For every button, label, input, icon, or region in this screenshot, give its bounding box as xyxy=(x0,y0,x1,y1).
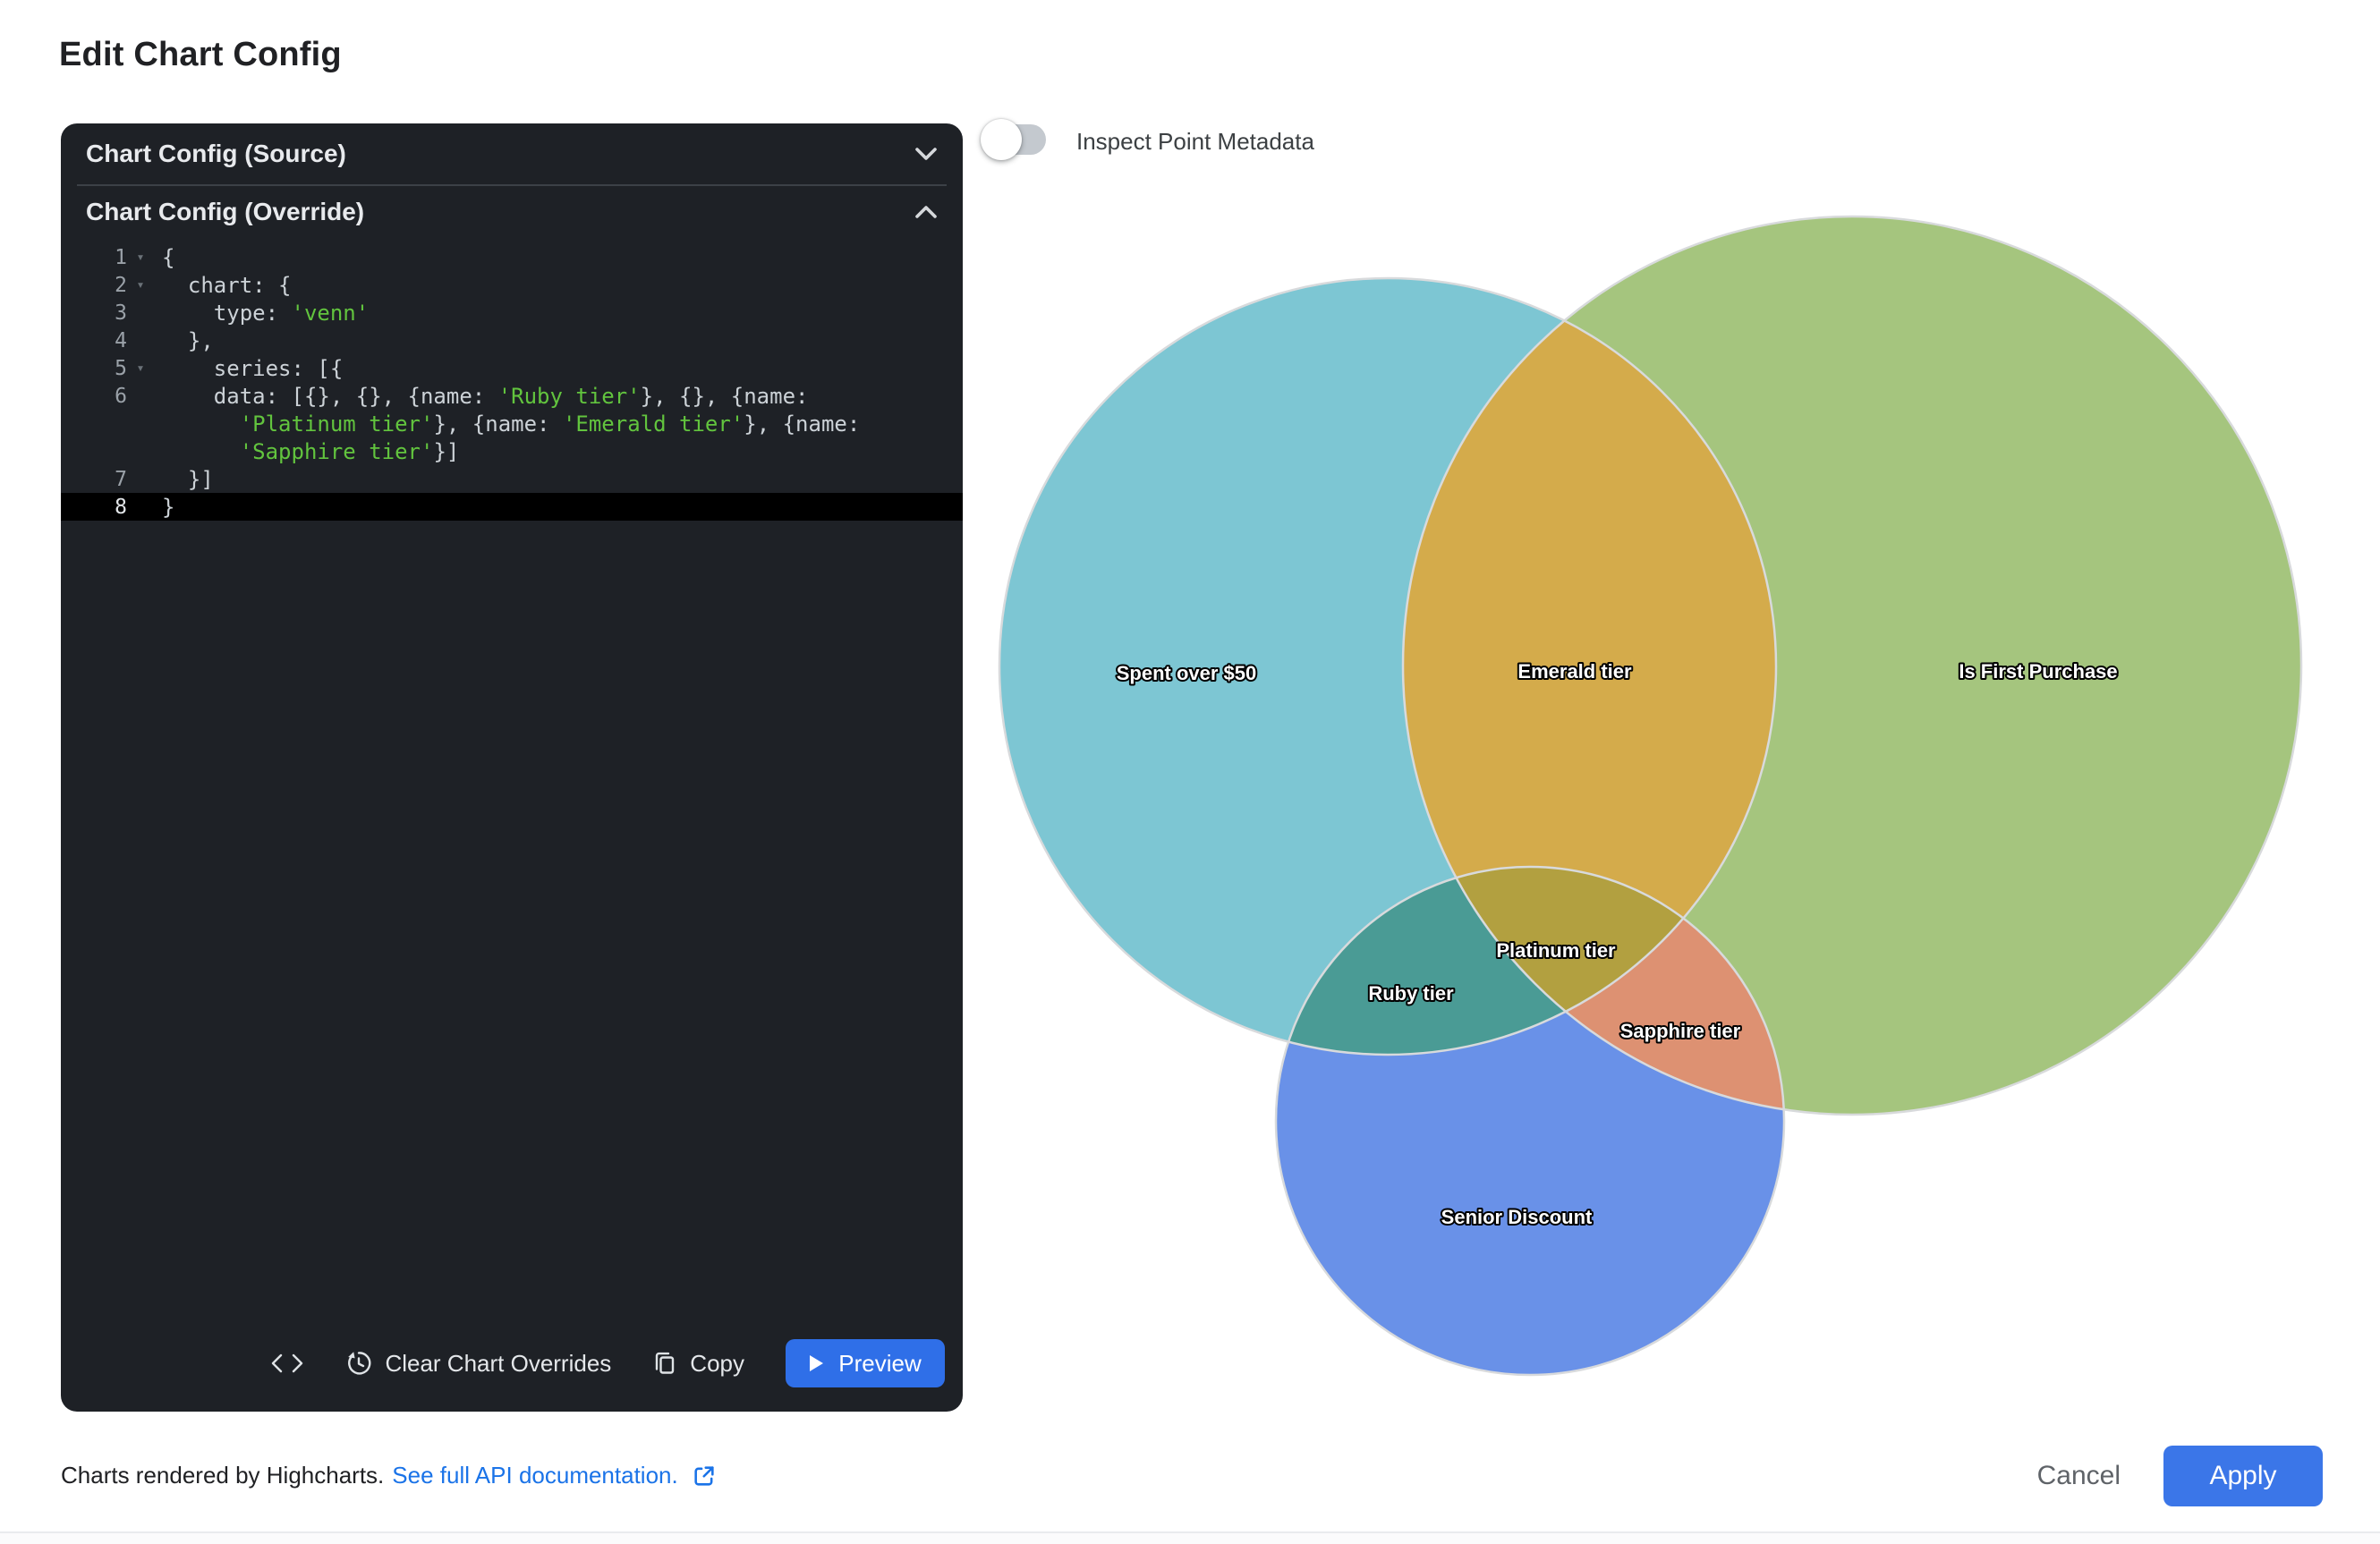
venn-diagram[interactable]: Spent over $50 Emerald tier Is First Purch… xyxy=(0,0,2380,1544)
venn-region-label: Spent over $50 xyxy=(1117,662,1257,684)
venn-region-label: Sapphire tier xyxy=(1620,1020,1741,1042)
api-doc-link[interactable]: See full API documentation. xyxy=(392,1462,677,1489)
venn-region-label: Senior Discount xyxy=(1441,1206,1593,1228)
venn-region-label: Emerald tier xyxy=(1517,660,1632,683)
highcharts-credit-text: Charts rendered by Highcharts. xyxy=(61,1462,384,1489)
dialog-footer-strip xyxy=(0,1533,2380,1544)
venn-region-label: Platinum tier xyxy=(1496,939,1616,962)
external-link-icon[interactable] xyxy=(692,1463,717,1489)
venn-region-label: Is First Purchase xyxy=(1959,660,2117,683)
chart-credit: Charts rendered by Highcharts. See full … xyxy=(61,1462,717,1489)
cancel-button[interactable]: Cancel xyxy=(2016,1461,2142,1491)
venn-region-label: Ruby tier xyxy=(1368,982,1454,1005)
apply-button[interactable]: Apply xyxy=(2163,1446,2323,1506)
dialog-actions: Cancel Apply xyxy=(2016,1446,2323,1506)
